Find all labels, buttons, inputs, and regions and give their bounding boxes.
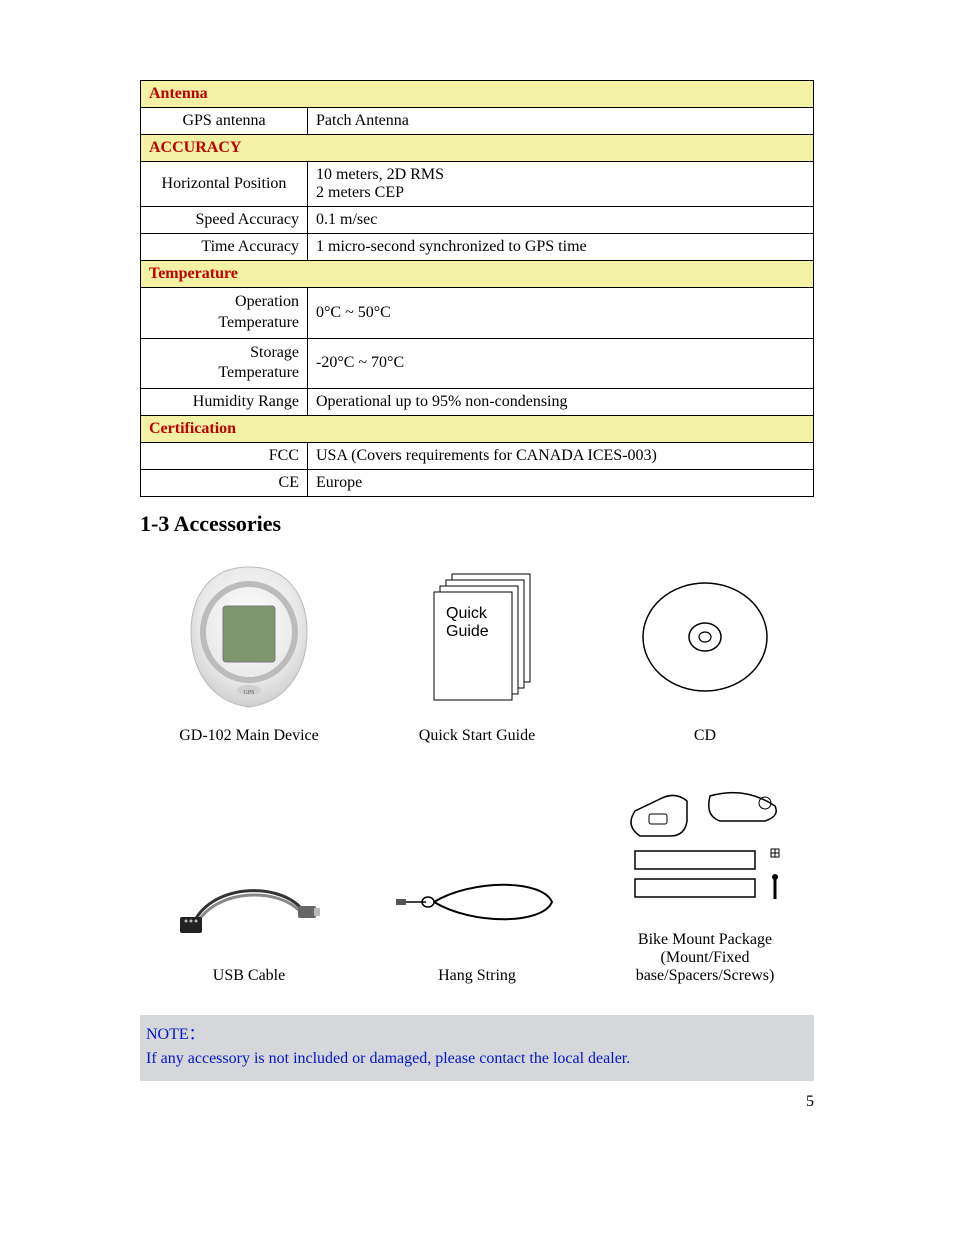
booklet-icon: Quick Guide — [377, 557, 577, 717]
section-header-temperature: Temperature — [141, 261, 814, 288]
section-header-antenna: Antenna — [141, 81, 814, 108]
note-label: NOTE： — [146, 1026, 205, 1043]
spec-value: 0.1 m/sec — [308, 207, 814, 234]
accessory-caption-sub: (Mount/Fixed base/Spacers/Screws) — [605, 949, 805, 985]
booklet-text-line: Guide — [446, 623, 489, 640]
accessory-hang-string: Hang String — [377, 847, 577, 985]
accessory-caption: Quick Start Guide — [377, 727, 577, 745]
accessory-caption: Hang String — [377, 967, 577, 985]
accessories-grid: GPS GD-102 Main Device Quick Guide Quick… — [140, 557, 814, 985]
bike-mount-icon — [605, 781, 805, 921]
note-box: NOTE： If any accessory is not included o… — [140, 1015, 814, 1081]
accessory-bike-mount: Bike Mount Package (Mount/Fixed base/Spa… — [605, 781, 805, 985]
document-page: Antenna GPS antenna Patch Antenna ACCURA… — [0, 0, 954, 1141]
accessory-caption: CD — [605, 727, 805, 745]
spec-label: Storage Temperature — [141, 338, 308, 389]
spec-label: Humidity Range — [141, 389, 308, 416]
spec-value: 1 micro-second synchronized to GPS time — [308, 234, 814, 261]
accessory-usb-cable: USB Cable — [149, 847, 349, 985]
spec-value: 10 meters, 2D RMS 2 meters CEP — [308, 162, 814, 207]
spec-value: -20°C ~ 70°C — [308, 338, 814, 389]
note-text: If any accessory is not included or dama… — [146, 1050, 630, 1067]
spec-label: Speed Accuracy — [141, 207, 308, 234]
cd-icon — [605, 557, 805, 717]
spec-value: Patch Antenna — [308, 108, 814, 135]
accessory-caption: USB Cable — [149, 967, 349, 985]
booklet-text-line: Quick — [446, 605, 488, 622]
spec-label: Operation Temperature — [141, 288, 308, 339]
accessory-main-device: GPS GD-102 Main Device — [149, 557, 349, 745]
usb-cable-icon — [149, 847, 349, 957]
spec-label: Horizontal Position — [141, 162, 308, 207]
spec-value: Europe — [308, 470, 814, 497]
specifications-table: Antenna GPS antenna Patch Antenna ACCURA… — [140, 80, 814, 497]
accessory-caption: Bike Mount Package — [605, 931, 805, 949]
section-header-certification: Certification — [141, 416, 814, 443]
page-number: 5 — [806, 1093, 814, 1111]
spec-value-line: 2 meters CEP — [316, 184, 404, 201]
spec-label: Time Accuracy — [141, 234, 308, 261]
lanyard-icon — [377, 847, 577, 957]
device-icon: GPS — [149, 557, 349, 717]
accessory-caption: GD-102 Main Device — [149, 727, 349, 745]
spec-label: CE — [141, 470, 308, 497]
section-title-accessories: 1-3 Accessories — [140, 511, 814, 537]
spec-value: Operational up to 95% non-condensing — [308, 389, 814, 416]
spec-value: 0°C ~ 50°C — [308, 288, 814, 339]
spec-label: GPS antenna — [141, 108, 308, 135]
spec-value-line: 10 meters, 2D RMS — [316, 166, 444, 183]
spec-label: FCC — [141, 443, 308, 470]
svg-text:GPS: GPS — [243, 690, 254, 696]
accessory-quick-guide: Quick Guide Quick Start Guide — [377, 557, 577, 745]
accessory-cd: CD — [605, 557, 805, 745]
spec-value: USA (Covers requirements for CANADA ICES… — [308, 443, 814, 470]
section-header-accuracy: ACCURACY — [141, 135, 814, 162]
